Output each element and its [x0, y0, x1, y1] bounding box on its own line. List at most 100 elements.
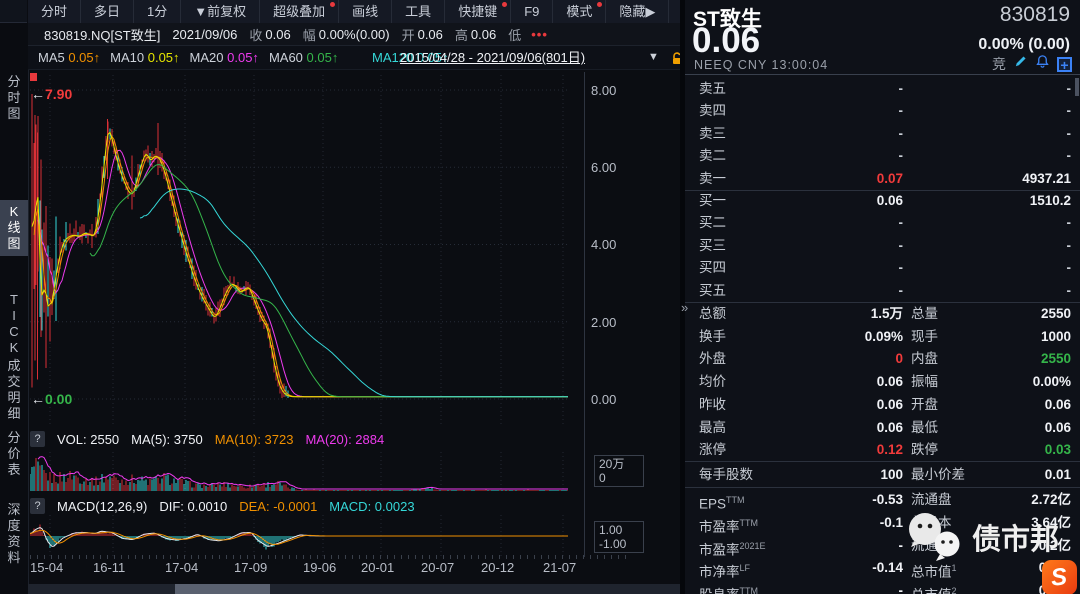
stat-value: 0.09%	[765, 326, 903, 349]
indicator-value: MA(10): 3723	[215, 432, 294, 447]
depth-row-卖五[interactable]: 卖五--	[685, 78, 1080, 100]
stat-value: 0	[765, 348, 903, 371]
stat-label: 每手股数	[699, 463, 753, 486]
depth-volume: -	[925, 280, 1071, 302]
depth-row-卖四[interactable]: 卖四--	[685, 100, 1080, 122]
depth-row-买二[interactable]: 买二--	[685, 212, 1080, 234]
depth-row-买四[interactable]: 买四--	[685, 257, 1080, 279]
stat-row-换手: 换手0.09%现手1000	[685, 326, 1080, 349]
time-tick-label: 20-12	[481, 560, 514, 575]
financial-row-EPS: EPSTTM-0.53流通盘2.72亿	[685, 489, 1080, 512]
main-chart-canvas[interactable]	[30, 75, 568, 425]
notification-dot	[330, 2, 335, 7]
depth-row-卖三[interactable]: 卖三--	[685, 123, 1080, 145]
row-separator	[685, 461, 1080, 462]
stat-value: 0.01	[925, 463, 1071, 486]
stat-label: 换手	[699, 326, 726, 349]
depth-row-买三[interactable]: 买三--	[685, 235, 1080, 257]
depth-row-买一[interactable]: 买一0.061510.2	[685, 190, 1080, 212]
help-icon[interactable]: ?	[30, 498, 45, 514]
stat-row-最高: 最高0.06最低0.06	[685, 417, 1080, 440]
depth-row-卖一[interactable]: 卖一0.074937.21	[685, 168, 1080, 190]
depth-price: -	[765, 78, 903, 100]
info-value: 0.06	[265, 27, 290, 42]
sidebar-item-1[interactable]: 分 时 图	[0, 70, 28, 126]
price-tick-label: 4.00	[591, 237, 616, 252]
stat-row-涨停: 涨停0.12跌停0.03	[685, 439, 1080, 462]
info-label: 开	[402, 25, 415, 44]
time-tick-label: 17-04	[165, 560, 198, 575]
edit-icon[interactable]	[1013, 54, 1028, 74]
watermark-text: 债市邦	[972, 516, 1059, 558]
macd-chart-canvas[interactable]	[30, 515, 568, 557]
ma-item-MA5: MA5 0.05↑	[38, 50, 100, 65]
price-tick-label: 6.00	[591, 160, 616, 175]
depth-label: 卖一	[699, 168, 726, 190]
panel-scrollbar-thumb[interactable]	[1075, 78, 1079, 96]
menu-item-5[interactable]: 超级叠加	[260, 0, 339, 23]
menu-item-7[interactable]: 工具	[392, 0, 445, 23]
menu-item-3[interactable]: 1分	[134, 0, 181, 23]
chevron-down-icon[interactable]: ▼	[648, 46, 659, 69]
left-arrow-icon: ←	[31, 391, 45, 407]
depth-volume: 1510.2	[925, 190, 1071, 212]
ma-value: 0.05↑	[307, 50, 339, 65]
fin-value: -0.14	[765, 557, 903, 580]
sidebar-item-4[interactable]: 成 交 明 细	[0, 354, 28, 426]
notification-dot	[597, 2, 602, 7]
high-price-annotation: ←7.90	[31, 86, 72, 102]
price-tick-label: 0.00	[591, 392, 616, 407]
stat-label: 外盘	[699, 348, 726, 371]
sidebar-item-6[interactable]: 深 度 资 料	[0, 498, 28, 570]
scrollbar-thumb[interactable]	[175, 584, 270, 594]
stat-value: 1000	[925, 326, 1071, 349]
stat-value: 0.12	[765, 439, 903, 462]
date-range-selector[interactable]: 2015/04/28 - 2021/09/06(801日)	[400, 46, 585, 69]
depth-volume: 4937.21	[925, 168, 1071, 190]
indicator-value: MACD(12,26,9)	[57, 499, 147, 514]
price-tick-label: 2.00	[591, 315, 616, 330]
depth-label: 卖五	[699, 78, 726, 100]
depth-label: 卖四	[699, 100, 726, 122]
auction-label[interactable]: 竞	[992, 54, 1006, 74]
stat-row-总额: 总额1.5万总量2550	[685, 303, 1080, 326]
volume-scale-box: 20万0	[594, 455, 644, 487]
help-icon[interactable]: ?	[30, 431, 45, 447]
menu-item-9[interactable]: F9	[511, 0, 553, 23]
alert-bell-icon[interactable]	[1035, 54, 1050, 74]
collapse-panel-handle[interactable]: »	[681, 300, 688, 315]
info-label: 幅	[303, 25, 316, 44]
stat-row-昨收: 昨收0.06开盘0.06	[685, 394, 1080, 417]
menu-item-1[interactable]: 分时	[28, 0, 81, 23]
ma-value: 0.05↑	[148, 50, 180, 65]
depth-price: -	[765, 100, 903, 122]
indicator-value: MA(20): 2884	[305, 432, 384, 447]
horizontal-scrollbar[interactable]	[28, 584, 680, 594]
sidebar-item-2[interactable]: K 线 图	[0, 200, 28, 256]
menu-item-4[interactable]: ▼前复权	[181, 0, 260, 23]
app-window: 分 时 图 K 线 图 T I C K成 交 明 细分 价 表深 度 资 料 分时多…	[0, 0, 1080, 594]
scrollbar-track[interactable]	[28, 584, 680, 594]
time-tick-label: 15-04	[30, 560, 63, 575]
fin-label: 股息率TTM	[699, 580, 758, 594]
depth-row-买五[interactable]: 买五--	[685, 280, 1080, 302]
menu-item-8[interactable]: 快捷键	[445, 0, 511, 23]
volume-chart-canvas[interactable]	[30, 452, 568, 492]
menu-item-10[interactable]: 模式	[553, 0, 606, 23]
menu-item-6[interactable]: 画线	[339, 0, 392, 23]
menu-item-2[interactable]: 多日	[81, 0, 134, 23]
ma-label: MA60	[269, 50, 307, 65]
notification-dot	[502, 2, 507, 7]
sidebar-item-3[interactable]: T I C K	[0, 288, 28, 360]
depth-row-卖二[interactable]: 卖二--	[685, 145, 1080, 167]
sidebar-item-5[interactable]: 分 价 表	[0, 426, 28, 482]
menu-item-11[interactable]: 隐藏▶	[606, 0, 669, 23]
more-indicator-dots[interactable]: •••	[531, 27, 548, 42]
depth-label: 买二	[699, 212, 726, 234]
lot-size-row: 每手股数100最小价差0.01	[685, 463, 1080, 486]
quote-panel: ST致生 830819 0.06 0.00% (0.00) NEEQ CNY 1…	[685, 0, 1080, 594]
indicator-value: VOL: 2550	[57, 432, 119, 447]
depth-price: -	[765, 280, 903, 302]
add-to-watchlist-icon[interactable]: +	[1057, 57, 1072, 72]
stat-label: 昨收	[699, 394, 726, 417]
